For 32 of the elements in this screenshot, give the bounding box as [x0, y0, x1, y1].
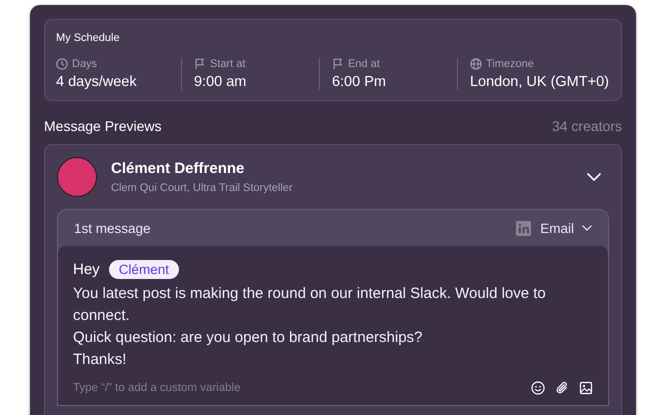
- creator-subtitle: Clem Qui Court, Ultra Trail Storyteller: [111, 182, 294, 194]
- linkedin-icon: [516, 220, 532, 236]
- field-label: Days: [72, 58, 98, 70]
- field-value: London, UK (GMT+0): [470, 74, 609, 90]
- field-label: End at: [348, 58, 380, 70]
- flag-icon: [332, 58, 344, 70]
- field-value: 6:00 Pm: [332, 74, 387, 90]
- variable-tag: Clément: [108, 260, 179, 279]
- flag-icon: [194, 58, 206, 70]
- field-value: 9:00 am: [194, 74, 248, 90]
- caret-icon: [582, 225, 592, 231]
- schedule-title: My Schedule: [56, 32, 121, 44]
- message-label: 1st message: [74, 220, 152, 236]
- creator-count: 34 creators: [552, 118, 622, 134]
- field-label: Timezone: [486, 58, 534, 70]
- channel-dropdown[interactable]: Email: [540, 220, 592, 236]
- message-paragraph: Quick question: are you open to brand partnerships?: [73, 328, 424, 348]
- section-title: Message Previews: [44, 118, 162, 134]
- field-value: 4 days/week: [56, 74, 138, 90]
- avatar-placeholder: [57, 157, 97, 197]
- globe-icon: [470, 58, 482, 70]
- message-paragraph: Thanks!: [73, 350, 128, 370]
- greeting-text: Hey: [73, 261, 100, 278]
- image-icon[interactable]: [579, 381, 593, 395]
- emoji-icon[interactable]: [531, 381, 545, 395]
- attachment-icon[interactable]: [555, 381, 569, 395]
- clock-icon: [56, 58, 68, 70]
- chevron-down-icon[interactable]: [587, 173, 601, 181]
- message-paragraph: You latest post is making the round on our internal Slack. Would love to connect.: [73, 284, 547, 326]
- hint-text: Type “/” to add a custom variable: [73, 382, 240, 394]
- creator-name: Clément Deffrenne: [111, 160, 246, 177]
- field-label: Start at: [210, 58, 246, 70]
